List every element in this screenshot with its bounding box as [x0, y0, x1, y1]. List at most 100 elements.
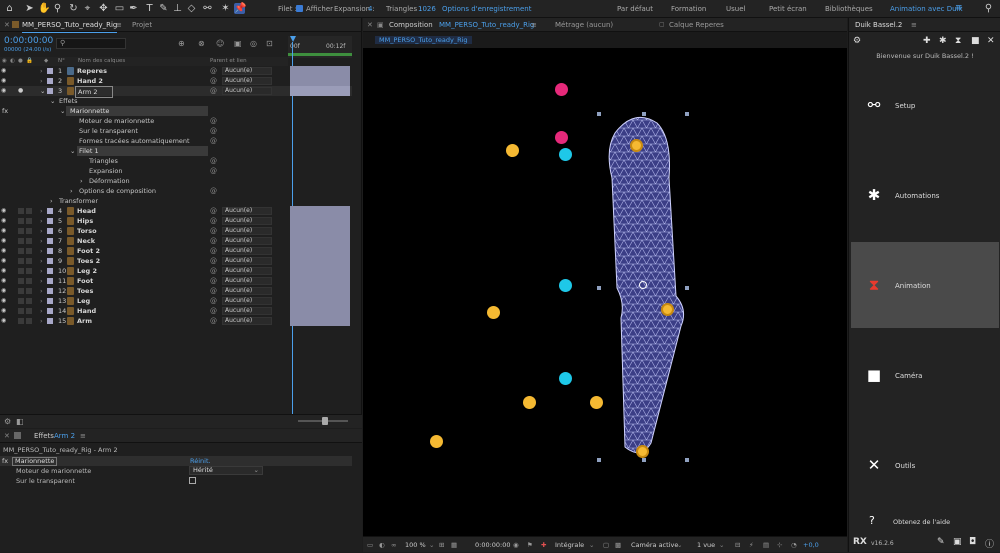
label-swatch[interactable] [47, 308, 53, 314]
effects-tab-prefix[interactable]: Effets [34, 429, 54, 443]
pickwhip-icon[interactable]: @ [210, 296, 217, 306]
marker-dot-yellow[interactable] [590, 396, 603, 409]
table-row[interactable]: ◉ › 14 Hand @ Aucun(e) [0, 306, 352, 316]
workspace-libraries[interactable]: Bibliothèques [825, 5, 873, 13]
fx-icon[interactable]: fx [2, 106, 8, 116]
close-icon[interactable]: ✕ [4, 18, 10, 32]
lock-box[interactable] [26, 308, 32, 314]
parent-select[interactable]: Aucun(e) [222, 227, 272, 235]
pickwhip-icon[interactable]: @ [210, 76, 217, 86]
parent-select[interactable]: Aucun(e) [222, 307, 272, 315]
lock-box[interactable] [26, 258, 32, 264]
transform-handle[interactable] [685, 458, 689, 462]
panel-menu-icon[interactable]: ≡ [116, 18, 122, 32]
pickwhip-icon[interactable]: @ [210, 266, 217, 276]
exposure-value[interactable]: +0,0 [803, 537, 819, 553]
lock-box[interactable] [26, 288, 32, 294]
graph-editor-icon[interactable]: ⊡ [266, 39, 273, 48]
transform-handle[interactable] [642, 112, 646, 116]
eye-icon[interactable]: ◉ [1, 258, 7, 264]
tools-icon[interactable]: ✕ [987, 36, 995, 46]
settings-icon[interactable]: ⚙ [853, 36, 861, 46]
panel-menu-icon[interactable]: ≡ [911, 18, 917, 32]
layer-name[interactable]: Foot 2 [77, 246, 100, 256]
gear-icon[interactable]: ✱ [939, 36, 947, 46]
solo-box[interactable] [18, 308, 24, 314]
transform-handle[interactable] [642, 458, 646, 462]
comp-flowchart-icon[interactable]: ⊕ [178, 39, 185, 48]
close-icon[interactable]: ✕ [4, 429, 10, 443]
expand-arrow-icon[interactable]: › [40, 246, 43, 256]
vr-icon[interactable]: ∞ [391, 537, 396, 553]
tab-footage[interactable]: Métrage (aucun) [555, 18, 613, 32]
pickwhip-icon[interactable]: @ [210, 236, 217, 246]
duik-tools-button[interactable]: ✕ Outils [851, 422, 999, 508]
chat-icon[interactable]: ◘ [969, 537, 976, 547]
pickwhip-icon[interactable]: @ [210, 136, 217, 146]
moteur-select[interactable]: Hérité ⌄ [189, 466, 263, 475]
time-ruler[interactable]: 00f 00:12f [288, 36, 352, 58]
duik-animation-button[interactable]: ⧗ Animation [851, 242, 999, 328]
transform-handle[interactable] [597, 458, 601, 462]
parent-select[interactable]: Aucun(e) [222, 77, 272, 85]
transform-handle[interactable] [597, 112, 601, 116]
solo-box[interactable] [18, 268, 24, 274]
table-row[interactable]: ◉ › 5 Hips @ Aucun(e) [0, 216, 352, 226]
anchor-point-icon[interactable] [639, 281, 647, 289]
marker-dot-cyan[interactable] [559, 279, 572, 292]
effects-tab-layer[interactable]: Arm 2 [54, 429, 75, 443]
solo-box[interactable] [18, 228, 24, 234]
expand-arrow-icon[interactable]: ⌄ [60, 106, 65, 116]
fx-toggle-icon[interactable]: fx [2, 456, 8, 466]
workspace-usuel[interactable]: Usuel [726, 5, 745, 13]
puppet-pin[interactable] [661, 303, 674, 316]
expand-arrow-icon[interactable]: › [40, 206, 43, 216]
quality-select[interactable]: Intégrale [555, 537, 584, 553]
marker-dot-cyan[interactable] [559, 148, 572, 161]
chevron-down-icon[interactable]: ⌄ [719, 537, 724, 553]
label-swatch[interactable] [47, 238, 53, 244]
table-row[interactable]: ◉ › 12 Toes @ Aucun(e) [0, 286, 352, 296]
layer-duration-bar[interactable] [290, 316, 350, 326]
search-help-icon[interactable]: ⚲ [983, 3, 994, 14]
layer-name[interactable]: Foot [77, 276, 93, 286]
collapse-arrow-icon[interactable]: ⌄ [40, 86, 45, 96]
duik-automations-button[interactable]: ✱ Automations [851, 152, 999, 238]
marker-dot-magenta[interactable] [555, 131, 568, 144]
transform-handle[interactable] [685, 286, 689, 290]
tab-timeline-comp[interactable]: MM_PERSO_Tuto_ready_Rig [22, 18, 118, 33]
zoom-slider-thumb[interactable] [322, 417, 328, 425]
parent-select[interactable]: Aucun(e) [222, 317, 272, 325]
label-swatch[interactable] [47, 248, 53, 254]
label-swatch[interactable] [47, 228, 53, 234]
comp-tab-prefix[interactable]: Composition [389, 18, 433, 32]
lock-box[interactable] [26, 268, 32, 274]
label-swatch[interactable] [47, 218, 53, 224]
parent-select[interactable]: Aucun(e) [222, 67, 272, 75]
parent-select[interactable]: Aucun(e) [222, 297, 272, 305]
layer-name[interactable]: Arm [77, 316, 92, 326]
hand-tool-icon[interactable]: ✋ [38, 3, 50, 14]
table-row[interactable]: ◉ › 2 Hand 2 @ Aucun(e) [0, 76, 352, 86]
camera-select[interactable]: Caméra active [631, 537, 678, 553]
draft-3d-icon[interactable]: ⊗ [198, 39, 205, 48]
pickwhip-icon[interactable]: @ [210, 316, 217, 326]
wrench-icon[interactable]: ✎ [937, 537, 945, 547]
layer-name[interactable]: Hips [77, 216, 93, 226]
table-row-selected[interactable]: ◉ ● ⌄ 3 Arm 2 @ Aucun(e) [0, 86, 352, 98]
workspace-formation[interactable]: Formation [671, 5, 706, 13]
eye-icon[interactable]: ◉ [1, 228, 7, 234]
resolution-grid-icon[interactable]: ▦ [451, 537, 457, 553]
text-tool-icon[interactable]: T [144, 3, 155, 14]
solo-box[interactable] [18, 208, 24, 214]
duik-camera-button[interactable]: ■ Caméra [851, 332, 999, 418]
workspace-default[interactable]: Par défaut [617, 5, 653, 13]
tree-row[interactable]: fx ⌄ Marionnette [0, 106, 352, 116]
mask-visibility-icon[interactable]: ◐ [379, 537, 385, 553]
camera-tool-icon[interactable]: ⌖ [82, 3, 93, 14]
eye-icon[interactable]: ◉ [1, 278, 7, 284]
lock-box[interactable] [26, 218, 32, 224]
pan-tool-icon[interactable]: ✥ [98, 3, 109, 14]
table-row[interactable]: ◉ › 4 Head @ Aucun(e) [0, 206, 352, 216]
show-snapshot-icon[interactable]: ⚑ [527, 537, 533, 553]
